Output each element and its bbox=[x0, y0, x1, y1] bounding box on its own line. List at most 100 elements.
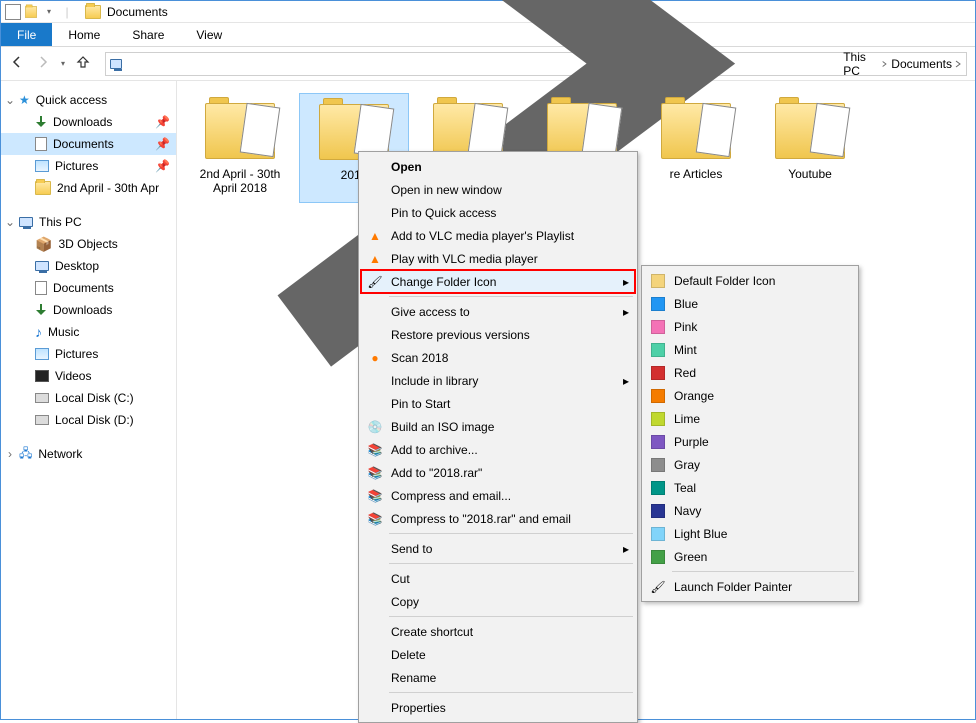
item-label: Downloads bbox=[53, 303, 112, 317]
ctx-delete[interactable]: Delete bbox=[361, 643, 635, 666]
color-option[interactable]: Green bbox=[644, 545, 856, 568]
ctx-give-access-to[interactable]: Give access to▸ bbox=[361, 300, 635, 323]
properties-icon[interactable] bbox=[5, 4, 21, 20]
item-label: 2nd April - 30th Apr bbox=[57, 181, 159, 195]
address-bar: ▾ This PC Documents bbox=[1, 47, 975, 81]
color-option[interactable]: Pink bbox=[644, 315, 856, 338]
nav-quick-access[interactable]: ⌄ ★ Quick access bbox=[1, 89, 176, 111]
ctx-cut[interactable]: Cut bbox=[361, 567, 635, 590]
nav-quick-item[interactable]: Documents📌 bbox=[1, 133, 176, 155]
ctx-pin-quick-access[interactable]: Pin to Quick access bbox=[361, 201, 635, 224]
navigation-pane: ⌄ ★ Quick access Downloads📌Documents📌Pic… bbox=[1, 81, 177, 719]
nav-pc-item[interactable]: Desktop bbox=[1, 255, 176, 277]
ctx-add-archive[interactable]: 📚Add to archive... bbox=[361, 438, 635, 461]
nav-pc-item[interactable]: 📦3D Objects bbox=[1, 233, 176, 255]
nav-quick-item[interactable]: Downloads📌 bbox=[1, 111, 176, 133]
item-icon bbox=[35, 415, 49, 425]
paintbrush-icon: 🖌 bbox=[650, 579, 666, 595]
ctx-scan[interactable]: ●Scan 2018 bbox=[361, 346, 635, 369]
disc-icon: 💿 bbox=[367, 419, 383, 435]
item-icon bbox=[35, 181, 51, 195]
folder-label: re Articles bbox=[670, 167, 723, 181]
color-option[interactable]: Orange bbox=[644, 384, 856, 407]
item-label: Pictures bbox=[55, 347, 98, 361]
ctx-create-shortcut[interactable]: Create shortcut bbox=[361, 620, 635, 643]
breadcrumb[interactable]: This PC Documents bbox=[105, 52, 967, 76]
qat-dropdown-icon[interactable]: ▾ bbox=[41, 4, 57, 20]
ctx-restore-previous[interactable]: Restore previous versions bbox=[361, 323, 635, 346]
tab-home[interactable]: Home bbox=[52, 23, 116, 46]
color-option[interactable]: Teal bbox=[644, 476, 856, 499]
ctx-build-iso[interactable]: 💿Build an ISO image bbox=[361, 415, 635, 438]
launch-label: Launch Folder Painter bbox=[674, 580, 792, 594]
forward-button[interactable] bbox=[35, 54, 51, 73]
ctx-include-library[interactable]: Include in library▸ bbox=[361, 369, 635, 392]
nav-quick-item[interactable]: 2nd April - 30th Apr bbox=[1, 177, 176, 199]
recent-dropdown[interactable]: ▾ bbox=[61, 59, 65, 68]
folder-item[interactable]: re Articles bbox=[641, 93, 751, 203]
color-label: Orange bbox=[674, 389, 714, 403]
nav-pc-item[interactable]: Documents bbox=[1, 277, 176, 299]
ctx-compress-rar-email[interactable]: 📚Compress to "2018.rar" and email bbox=[361, 507, 635, 530]
item-icon bbox=[35, 393, 49, 403]
crumb-documents[interactable]: Documents bbox=[891, 57, 962, 71]
ctx-compress-email[interactable]: 📚Compress and email... bbox=[361, 484, 635, 507]
launch-folder-painter[interactable]: 🖌 Launch Folder Painter bbox=[644, 575, 856, 598]
chevron-right-icon: ▸ bbox=[623, 374, 629, 388]
nav-pc-item[interactable]: Local Disk (C:) bbox=[1, 387, 176, 409]
folder-icon bbox=[661, 103, 731, 159]
nav-pc-item[interactable]: Videos bbox=[1, 365, 176, 387]
color-swatch-icon bbox=[650, 526, 666, 542]
ctx-open-new-window[interactable]: Open in new window bbox=[361, 178, 635, 201]
back-button[interactable] bbox=[9, 54, 25, 73]
item-icon bbox=[35, 370, 49, 382]
color-option[interactable]: Purple bbox=[644, 430, 856, 453]
crumb-this-pc[interactable]: This PC bbox=[843, 50, 887, 78]
color-option[interactable]: Lime bbox=[644, 407, 856, 430]
item-icon bbox=[35, 137, 47, 151]
color-swatch-icon bbox=[650, 457, 666, 473]
color-option[interactable]: Default Folder Icon bbox=[644, 269, 856, 292]
nav-pc-item[interactable]: Downloads bbox=[1, 299, 176, 321]
ctx-open[interactable]: Open bbox=[361, 155, 635, 178]
folder-item[interactable]: 2nd April - 30th April 2018 bbox=[185, 93, 295, 203]
divider: | bbox=[59, 4, 75, 20]
color-option[interactable]: Navy bbox=[644, 499, 856, 522]
ctx-send-to[interactable]: Send to▸ bbox=[361, 537, 635, 560]
nav-quick-item[interactable]: Pictures📌 bbox=[1, 155, 176, 177]
folder-item[interactable]: Youtube bbox=[755, 93, 865, 203]
new-folder-icon[interactable] bbox=[23, 4, 39, 20]
ctx-properties[interactable]: Properties bbox=[361, 696, 635, 719]
separator bbox=[389, 533, 633, 534]
ctx-rename[interactable]: Rename bbox=[361, 666, 635, 689]
color-option[interactable]: Mint bbox=[644, 338, 856, 361]
tab-file[interactable]: File bbox=[1, 23, 52, 46]
nav-pc-item[interactable]: Local Disk (D:) bbox=[1, 409, 176, 431]
color-swatch-icon bbox=[650, 319, 666, 335]
chevron-right-icon: ▸ bbox=[623, 275, 629, 289]
item-icon bbox=[35, 304, 47, 316]
color-swatch-icon bbox=[650, 480, 666, 496]
color-option[interactable]: Red bbox=[644, 361, 856, 384]
color-option[interactable]: Blue bbox=[644, 292, 856, 315]
ctx-vlc-add-playlist[interactable]: ▲Add to VLC media player's Playlist bbox=[361, 224, 635, 247]
nav-pc-item[interactable]: Pictures bbox=[1, 343, 176, 365]
folder-icon bbox=[85, 5, 101, 19]
ctx-pin-start[interactable]: Pin to Start bbox=[361, 392, 635, 415]
nav-network[interactable]: › 🖧 Network bbox=[1, 443, 176, 465]
color-label: Gray bbox=[674, 458, 700, 472]
ctx-change-folder-icon[interactable]: 🖌Change Folder Icon▸ bbox=[361, 270, 635, 293]
nav-pc-item[interactable]: ♪Music bbox=[1, 321, 176, 343]
ctx-add-rar[interactable]: 📚Add to "2018.rar" bbox=[361, 461, 635, 484]
color-swatch-icon bbox=[650, 549, 666, 565]
color-option[interactable]: Gray bbox=[644, 453, 856, 476]
ctx-vlc-play[interactable]: ▲Play with VLC media player bbox=[361, 247, 635, 270]
up-button[interactable] bbox=[75, 54, 91, 73]
winrar-icon: 📚 bbox=[367, 442, 383, 458]
color-label: Pink bbox=[674, 320, 697, 334]
pin-icon: 📌 bbox=[155, 115, 170, 129]
nav-this-pc[interactable]: ⌄ This PC bbox=[1, 211, 176, 233]
item-label: Local Disk (C:) bbox=[55, 391, 134, 405]
color-option[interactable]: Light Blue bbox=[644, 522, 856, 545]
ctx-copy[interactable]: Copy bbox=[361, 590, 635, 613]
